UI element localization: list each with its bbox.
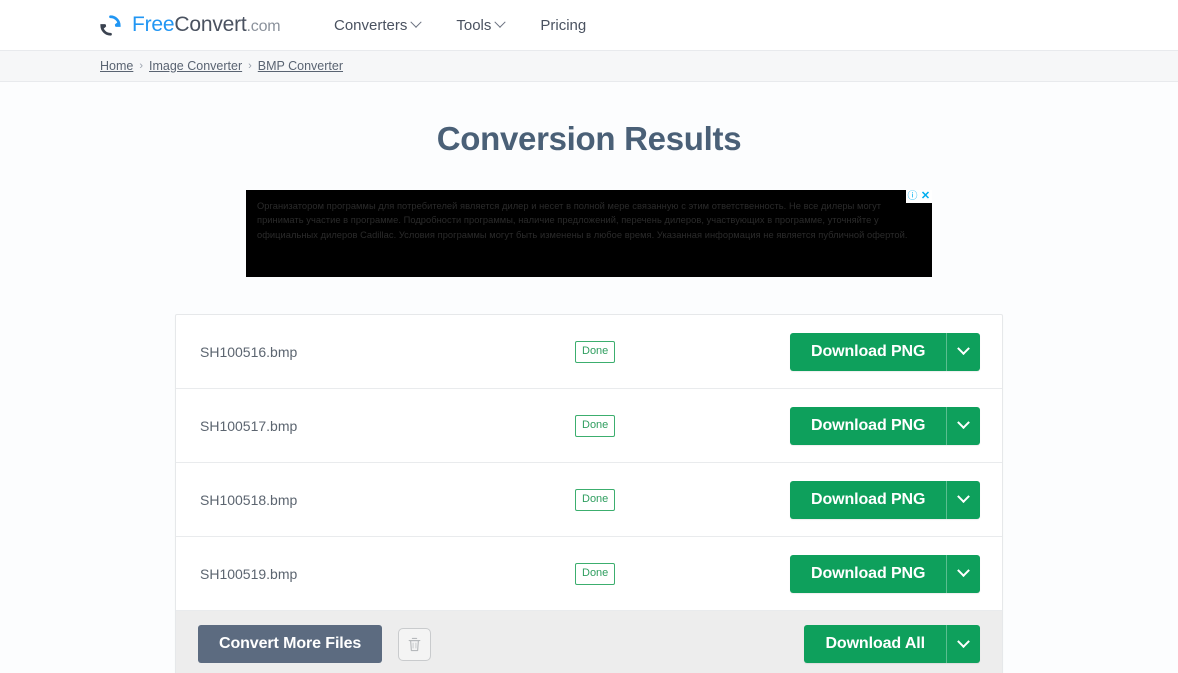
- ad-close-icon[interactable]: ✕: [919, 190, 932, 203]
- results-footer-bar: Convert More Files Download All: [176, 611, 1002, 673]
- status-badge: Done: [575, 562, 616, 585]
- convert-more-files-button[interactable]: Convert More Files: [198, 625, 383, 663]
- table-row: SH100517.bmp Done Download PNG: [176, 389, 1002, 463]
- breadcrumb-separator: ›: [139, 60, 144, 72]
- brand-com: .com: [246, 18, 281, 35]
- chevron-down-icon: [957, 416, 971, 430]
- nav-label-tools: Tools: [456, 16, 492, 34]
- action-cell: Download PNG: [790, 480, 981, 519]
- chevron-down-icon: [957, 634, 970, 648]
- status-cell: Done: [575, 488, 790, 511]
- chevron-down-icon: [957, 342, 971, 356]
- status-cell: Done: [575, 340, 790, 363]
- brand-text: FreeConvert.com: [132, 13, 281, 37]
- delete-all-button[interactable]: [398, 627, 432, 661]
- download-button[interactable]: Download PNG: [790, 333, 946, 371]
- nav-item-converters[interactable]: Converters: [334, 16, 423, 34]
- brand-convert: Convert: [174, 13, 247, 36]
- download-button[interactable]: Download PNG: [790, 481, 946, 519]
- nav-item-pricing[interactable]: Pricing: [540, 17, 586, 34]
- file-name: SH100519.bmp: [200, 565, 298, 582]
- main-nav: Converters Tools Pricing: [334, 17, 586, 34]
- nav-label-pricing: Pricing: [540, 16, 587, 34]
- page-title: Conversion Results: [436, 120, 742, 157]
- download-options-dropdown[interactable]: [946, 332, 980, 371]
- ad-controls: ⓘ ✕: [906, 190, 932, 203]
- download-options-dropdown[interactable]: [946, 554, 980, 593]
- trash-icon: [408, 637, 421, 651]
- chevron-down-icon: [957, 564, 971, 578]
- breadcrumb-item-bmp-converter[interactable]: BMP Converter: [258, 59, 343, 73]
- brand-free: Free: [132, 13, 175, 36]
- breadcrumb-bar: Home › Image Converter › BMP Converter: [0, 51, 1178, 82]
- nav-item-tools[interactable]: Tools: [456, 16, 507, 34]
- status-badge: Done: [575, 414, 616, 437]
- download-button-group[interactable]: Download PNG: [790, 332, 981, 371]
- breadcrumb-separator: ›: [248, 60, 252, 72]
- action-cell: Download PNG: [790, 406, 981, 445]
- download-options-dropdown[interactable]: [946, 480, 980, 519]
- site-logo[interactable]: FreeConvert.com: [98, 13, 281, 38]
- download-options-dropdown[interactable]: [946, 406, 980, 445]
- download-all-button-group[interactable]: Download All: [804, 625, 980, 663]
- conversion-results-card: SH100516.bmp Done Download PNG SH100517.…: [175, 314, 1003, 673]
- status-badge: Done: [575, 340, 616, 363]
- ad-banner[interactable]: Организатором программы для потребителей…: [246, 190, 932, 277]
- footer-right: Download All: [804, 625, 980, 663]
- action-cell: Download PNG: [790, 554, 981, 593]
- breadcrumb-item-home[interactable]: Home: [100, 59, 133, 73]
- download-button-group[interactable]: Download PNG: [790, 554, 981, 593]
- download-button[interactable]: Download PNG: [790, 407, 946, 445]
- file-name: SH100518.bmp: [200, 491, 298, 508]
- download-all-button[interactable]: Download All: [804, 625, 946, 663]
- table-row: SH100516.bmp Done Download PNG: [176, 315, 1002, 389]
- status-cell: Done: [575, 562, 790, 585]
- table-row: SH100519.bmp Done Download PNG: [176, 537, 1002, 611]
- file-name: SH100516.bmp: [200, 343, 298, 360]
- download-all-options-dropdown[interactable]: [946, 625, 980, 663]
- status-badge: Done: [575, 488, 616, 511]
- chevron-down-icon: [957, 490, 971, 504]
- download-button-group[interactable]: Download PNG: [790, 406, 981, 445]
- file-name: SH100517.bmp: [200, 417, 298, 434]
- breadcrumb-item-image-converter[interactable]: Image Converter: [149, 59, 242, 73]
- breadcrumb: Home › Image Converter › BMP Converter: [100, 59, 343, 73]
- chevron-down-icon: [410, 16, 423, 28]
- download-button-group[interactable]: Download PNG: [790, 480, 981, 519]
- action-cell: Download PNG: [790, 332, 981, 371]
- site-header: FreeConvert.com Converters Tools Pricing: [0, 0, 1178, 51]
- refresh-circle-icon: [100, 14, 121, 36]
- main-content: Conversion Results Организатором програм…: [0, 120, 1178, 673]
- table-row: SH100518.bmp Done Download PNG: [176, 463, 1002, 537]
- chevron-down-icon: [494, 16, 507, 28]
- ad-text: Организатором программы для потребителей…: [257, 201, 908, 240]
- download-button[interactable]: Download PNG: [790, 555, 946, 593]
- status-cell: Done: [575, 414, 790, 437]
- nav-label-converters: Converters: [334, 16, 408, 34]
- adchoices-info-icon[interactable]: ⓘ: [906, 190, 919, 203]
